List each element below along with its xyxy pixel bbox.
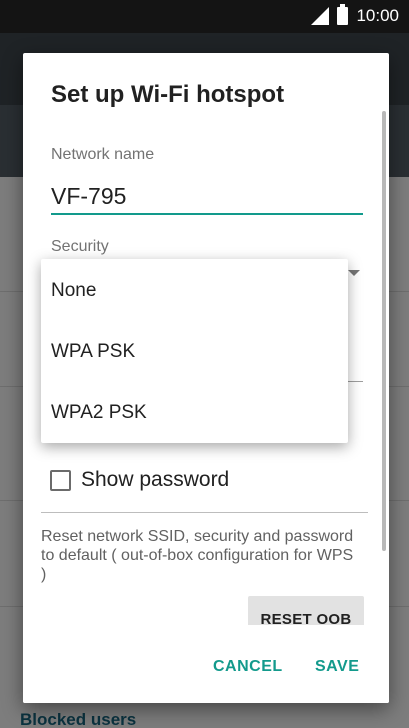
show-password-row[interactable]: Show password: [50, 468, 229, 492]
save-button[interactable]: SAVE: [315, 658, 359, 676]
dialog-title: Set up Wi-Fi hotspot: [51, 81, 285, 108]
network-name-underline: [51, 213, 363, 215]
divider: [41, 512, 368, 513]
status-time: 10:00: [356, 6, 399, 25]
security-label: Security: [51, 238, 109, 255]
blocked-users-item[interactable]: Blocked users: [20, 710, 136, 728]
password-underline: [348, 381, 363, 382]
scrollbar[interactable]: [382, 111, 386, 551]
network-name-input[interactable]: VF-795: [51, 183, 126, 210]
battery-icon: [337, 4, 349, 25]
chevron-down-icon[interactable]: [348, 270, 360, 276]
status-bar: 10:00: [0, 0, 409, 33]
menu-item-wpa2-psk[interactable]: WPA2 PSK: [51, 402, 147, 424]
network-name-label: Network name: [51, 146, 155, 163]
show-password-checkbox[interactable]: [50, 469, 71, 491]
show-password-label: Show password: [81, 468, 230, 491]
security-dropdown-menu: None WPA PSK WPA2 PSK: [41, 259, 348, 443]
menu-item-wpa-psk[interactable]: WPA PSK: [51, 341, 135, 363]
signal-icon: [311, 7, 330, 25]
cancel-button[interactable]: CANCEL: [213, 658, 283, 676]
reset-description: Reset network SSID, security and passwor…: [41, 528, 354, 583]
menu-item-none[interactable]: None: [51, 280, 96, 302]
